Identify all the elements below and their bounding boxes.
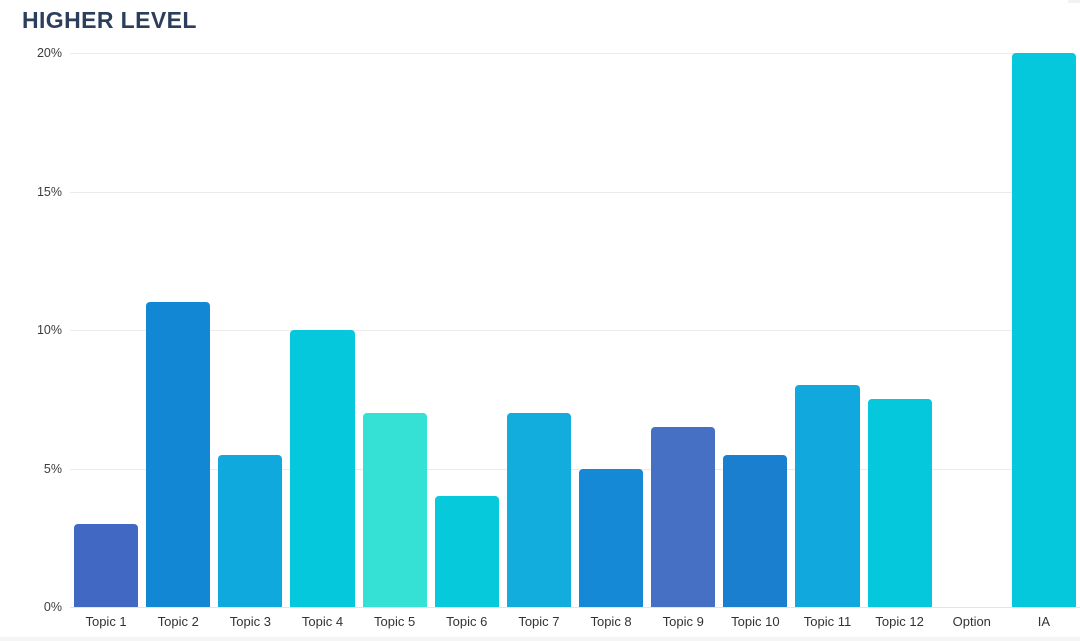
x-axis-tick-label: IA bbox=[1037, 614, 1051, 629]
bar-slot bbox=[70, 53, 142, 607]
bar[interactable] bbox=[1011, 53, 1076, 607]
page-bottom-edge bbox=[0, 637, 1080, 641]
bar-slot bbox=[1008, 53, 1080, 607]
y-axis: 0% 5% 10% 15% 20% bbox=[0, 46, 62, 614]
bar-slot bbox=[791, 53, 863, 607]
bar-slot bbox=[359, 53, 431, 607]
x-axis-tick-label: Topic 6 bbox=[446, 614, 488, 629]
x-axis-tick-label: Topic 12 bbox=[875, 614, 924, 629]
x-axis-tick-label: Topic 1 bbox=[85, 614, 127, 629]
bars-container bbox=[70, 53, 1080, 607]
bar-slot bbox=[214, 53, 286, 607]
y-axis-tick-label: 10% bbox=[36, 323, 62, 337]
x-axis-tick-label: Topic 2 bbox=[157, 614, 199, 629]
bar[interactable] bbox=[506, 413, 571, 607]
bar-chart: HIGHER LEVEL 0% 5% 10% 15% 20% Topic 1 Topic … bbox=[0, 0, 1080, 641]
chart-title: HIGHER LEVEL bbox=[22, 7, 197, 33]
x-axis-tick-label: Topic 5 bbox=[374, 614, 416, 629]
x-axis-tick-label: Option bbox=[952, 614, 991, 629]
bar[interactable] bbox=[723, 454, 788, 607]
bar[interactable] bbox=[579, 468, 644, 607]
bar[interactable] bbox=[74, 523, 139, 607]
bar[interactable] bbox=[651, 426, 716, 607]
x-axis-tick-label: Topic 9 bbox=[662, 614, 704, 629]
bar[interactable] bbox=[146, 302, 211, 607]
x-axis-tick-label: Topic 4 bbox=[301, 614, 344, 629]
bar-slot bbox=[431, 53, 503, 607]
bar[interactable] bbox=[795, 385, 860, 607]
x-axis-tick-label: Topic 3 bbox=[229, 614, 271, 629]
page-top-edge bbox=[1068, 0, 1080, 3]
y-axis-tick-label: 0% bbox=[43, 600, 62, 614]
bar[interactable] bbox=[434, 496, 499, 607]
bar[interactable] bbox=[290, 330, 355, 607]
y-axis-tick-label: 20% bbox=[36, 46, 62, 60]
x-axis-line bbox=[70, 607, 1080, 608]
y-axis-tick-label: 5% bbox=[43, 461, 62, 476]
bar[interactable] bbox=[218, 454, 283, 607]
bar-slot bbox=[719, 53, 791, 607]
bar-slot bbox=[575, 53, 647, 607]
bar[interactable] bbox=[867, 399, 932, 607]
bar-slot bbox=[142, 53, 214, 607]
x-axis-tick-label: Topic 8 bbox=[590, 614, 632, 629]
x-axis: Topic 1 Topic 2 Topic 3 Topic 4 Topic 5 Topic… bbox=[70, 610, 1080, 640]
bar-slot bbox=[286, 53, 358, 607]
x-axis-tick-label: Topic 7 bbox=[518, 614, 560, 629]
bar-slot bbox=[503, 53, 575, 607]
bar-slot bbox=[864, 53, 936, 607]
bar-slot bbox=[647, 53, 719, 607]
x-axis-tick-label: Topic 11 bbox=[803, 614, 852, 629]
bar-slot bbox=[936, 53, 1008, 607]
bar[interactable] bbox=[362, 413, 427, 607]
x-axis-tick-label: Topic 10 bbox=[731, 614, 780, 629]
y-axis-tick-label: 15% bbox=[36, 184, 62, 199]
